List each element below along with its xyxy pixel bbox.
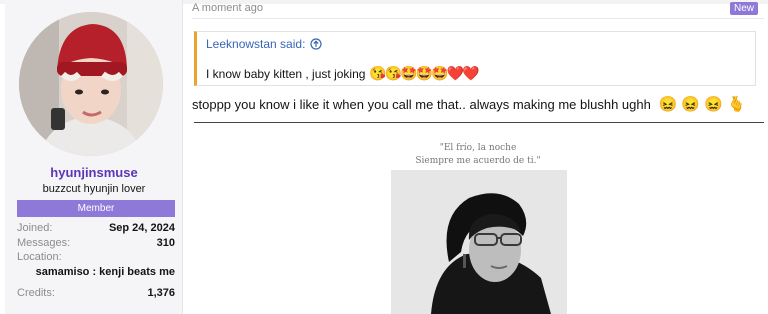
stat-value[interactable]: 310 xyxy=(157,236,175,251)
stat-joined: Joined: Sep 24, 2024 xyxy=(17,221,175,236)
member-banner: Member xyxy=(17,200,175,217)
avatar[interactable] xyxy=(19,12,163,156)
post-main: A moment ago New Leeknowstan said: I kno… xyxy=(188,0,768,314)
stat-label: Messages: xyxy=(17,236,71,249)
signature-photo xyxy=(391,170,567,314)
stat-label: Location: xyxy=(17,251,62,263)
quote-attribution[interactable]: Leeknowstan said: xyxy=(206,37,323,51)
quote-block: Leeknowstan said: I know baby kitten , j… xyxy=(194,31,756,86)
message-emojis: 😖 😖 😖 🫰 xyxy=(658,96,746,113)
message-text: stoppp you know i like it when you call … xyxy=(192,97,651,112)
location-value[interactable]: samamiso : kenji beats me xyxy=(17,265,175,280)
quote-content: I know baby kitten , just joking 😘😘🤩🤩🤩❤️… xyxy=(206,65,479,82)
quote-text: I know baby kitten , just joking xyxy=(206,66,366,81)
user-title: buzzcut hyunjin lover xyxy=(42,183,146,195)
username[interactable]: hyunjinsmuse xyxy=(5,165,183,180)
post-timestamp[interactable]: A moment ago xyxy=(192,2,263,14)
stat-messages: Messages: 310 xyxy=(17,236,175,251)
quote-author[interactable]: Leeknowstan said: xyxy=(206,37,305,51)
stat-label: Joined: xyxy=(17,222,53,234)
user-extra: Joined: Sep 24, 2024 Messages: 310 Locat… xyxy=(17,221,175,301)
poem-line: "El frío, la noche xyxy=(439,143,517,153)
poem-line: Siempre me acuerdo de ti." xyxy=(415,156,541,166)
signature-divider xyxy=(194,122,764,123)
header-divider xyxy=(192,18,764,19)
message-body: stoppp you know i like it when you call … xyxy=(192,95,746,113)
stat-location: Location: xyxy=(17,250,175,265)
arrow-up-circle-icon[interactable] xyxy=(310,38,323,50)
user-sidebar: hyunjinsmuse buzzcut hyunjin lover Membe… xyxy=(5,0,183,314)
post-header: A moment ago New xyxy=(188,0,764,16)
poem-text: "El frío, la noche Siempre me acuerdo de… xyxy=(388,142,568,168)
new-badge: New xyxy=(729,2,758,15)
stat-credits: Credits: 1,376 xyxy=(17,286,175,301)
stat-value: 1,376 xyxy=(147,287,175,299)
quote-emojis: 😘😘🤩🤩🤩❤️❤️ xyxy=(369,65,479,81)
stat-label: Credits: xyxy=(17,287,55,299)
stat-value: Sep 24, 2024 xyxy=(108,222,175,234)
